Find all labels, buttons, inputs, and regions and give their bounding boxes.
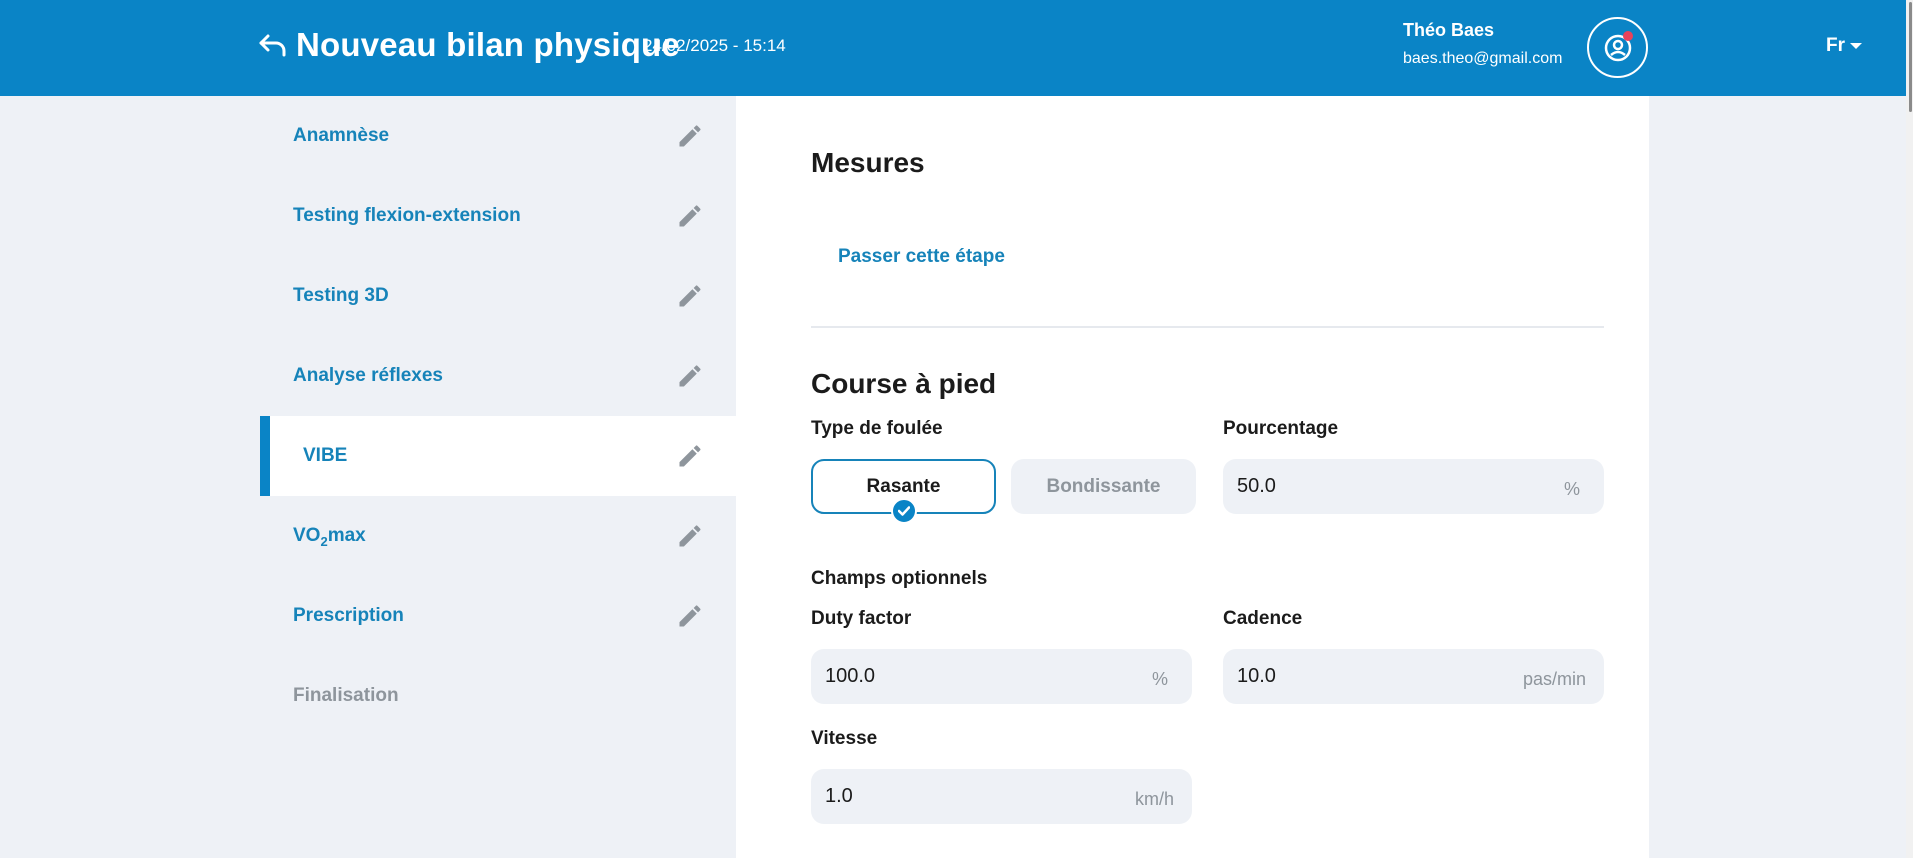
pencil-icon[interactable] bbox=[676, 202, 704, 230]
sidebar-item-analyse-reflexes[interactable]: Analyse réflexes bbox=[260, 336, 736, 416]
stride-option-bondissante[interactable]: Bondissante bbox=[1011, 459, 1196, 514]
sidebar-item-label: Testing 3D bbox=[293, 285, 389, 306]
percentage-input[interactable] bbox=[1237, 459, 1497, 514]
user-avatar-button[interactable] bbox=[1587, 17, 1648, 78]
sidebar-item-prescription[interactable]: Prescription bbox=[260, 576, 736, 656]
section-divider bbox=[811, 326, 1604, 328]
duty-factor-input[interactable] bbox=[825, 649, 1085, 704]
duty-factor-label: Duty factor bbox=[811, 608, 912, 629]
language-label: Fr bbox=[1826, 35, 1845, 56]
duty-factor-unit: % bbox=[1151, 669, 1168, 689]
sidebar-item-finalisation: Finalisation bbox=[260, 656, 736, 736]
duty-factor-field[interactable]: % bbox=[811, 649, 1192, 704]
user-name: Théo Baes bbox=[1403, 20, 1495, 40]
speed-input[interactable] bbox=[825, 769, 1085, 824]
speed-field[interactable]: km/h bbox=[811, 769, 1192, 824]
pencil-icon[interactable] bbox=[676, 122, 704, 150]
cadence-field[interactable]: pas/min bbox=[1223, 649, 1604, 704]
label-part: VO bbox=[293, 525, 321, 546]
pencil-icon[interactable] bbox=[676, 522, 704, 550]
percentage-unit: % bbox=[1563, 479, 1580, 499]
pencil-icon[interactable] bbox=[676, 282, 704, 310]
page-datetime: 24/02/2025 - 15:14 bbox=[643, 36, 786, 55]
sidebar-item-testing-3d[interactable]: Testing 3D bbox=[260, 256, 736, 336]
sidebar-item-label: Finalisation bbox=[293, 685, 399, 706]
notification-dot bbox=[1623, 31, 1633, 41]
cadence-input[interactable] bbox=[1237, 649, 1497, 704]
user-email: baes.theo@gmail.com bbox=[1403, 50, 1563, 67]
page-title: Nouveau bilan physique bbox=[296, 26, 680, 63]
cadence-unit: pas/min bbox=[1522, 669, 1586, 689]
page-scrollbar[interactable] bbox=[1906, 0, 1913, 858]
pencil-icon[interactable] bbox=[676, 362, 704, 390]
sidebar-item-label: Analyse réflexes bbox=[293, 365, 443, 386]
scrollbar-thumb[interactable] bbox=[1909, 2, 1912, 112]
check-icon bbox=[891, 498, 917, 524]
main-content: Mesures Passer cette étape Course à pied… bbox=[736, 96, 1649, 858]
section-heading-mesures: Mesures bbox=[811, 147, 925, 178]
app-header: Nouveau bilan physique 24/02/2025 - 15:1… bbox=[0, 0, 1906, 96]
pencil-icon[interactable] bbox=[676, 602, 704, 630]
pencil-icon[interactable] bbox=[676, 442, 704, 470]
sidebar-item-anamnese[interactable]: Anamnèse bbox=[260, 96, 736, 176]
sidebar-item-label: Prescription bbox=[293, 605, 404, 626]
section-heading-course: Course à pied bbox=[811, 368, 997, 399]
language-selector[interactable]: Fr bbox=[1826, 35, 1862, 57]
steps-sidebar: Anamnèse Testing flexion-extension Testi… bbox=[260, 96, 736, 736]
sidebar-item-label: Anamnèse bbox=[293, 125, 390, 146]
speed-unit: km/h bbox=[1134, 789, 1174, 809]
sidebar-item-label: VO2max bbox=[293, 525, 366, 549]
optional-fields-label: Champs optionnels bbox=[811, 568, 988, 589]
back-arrow-icon[interactable] bbox=[257, 30, 289, 62]
skip-step-link[interactable]: Passer cette étape bbox=[838, 246, 1005, 268]
sidebar-item-label: VIBE bbox=[303, 445, 348, 466]
cadence-label: Cadence bbox=[1223, 608, 1303, 629]
stride-type-label: Type de foulée bbox=[811, 418, 943, 439]
sidebar-item-testing-flexion-extension[interactable]: Testing flexion-extension bbox=[260, 176, 736, 256]
label-part: max bbox=[327, 525, 366, 546]
sidebar-item-vo2max[interactable]: VO2max bbox=[260, 496, 736, 576]
percentage-label: Pourcentage bbox=[1223, 418, 1339, 439]
sidebar-item-vibe[interactable]: VIBE bbox=[260, 416, 736, 496]
label-subscript: 2 bbox=[320, 534, 328, 549]
speed-label: Vitesse bbox=[811, 728, 878, 749]
chevron-down-icon bbox=[1850, 43, 1862, 49]
percentage-field[interactable]: % bbox=[1223, 459, 1604, 514]
sidebar-item-label: Testing flexion-extension bbox=[293, 205, 521, 226]
